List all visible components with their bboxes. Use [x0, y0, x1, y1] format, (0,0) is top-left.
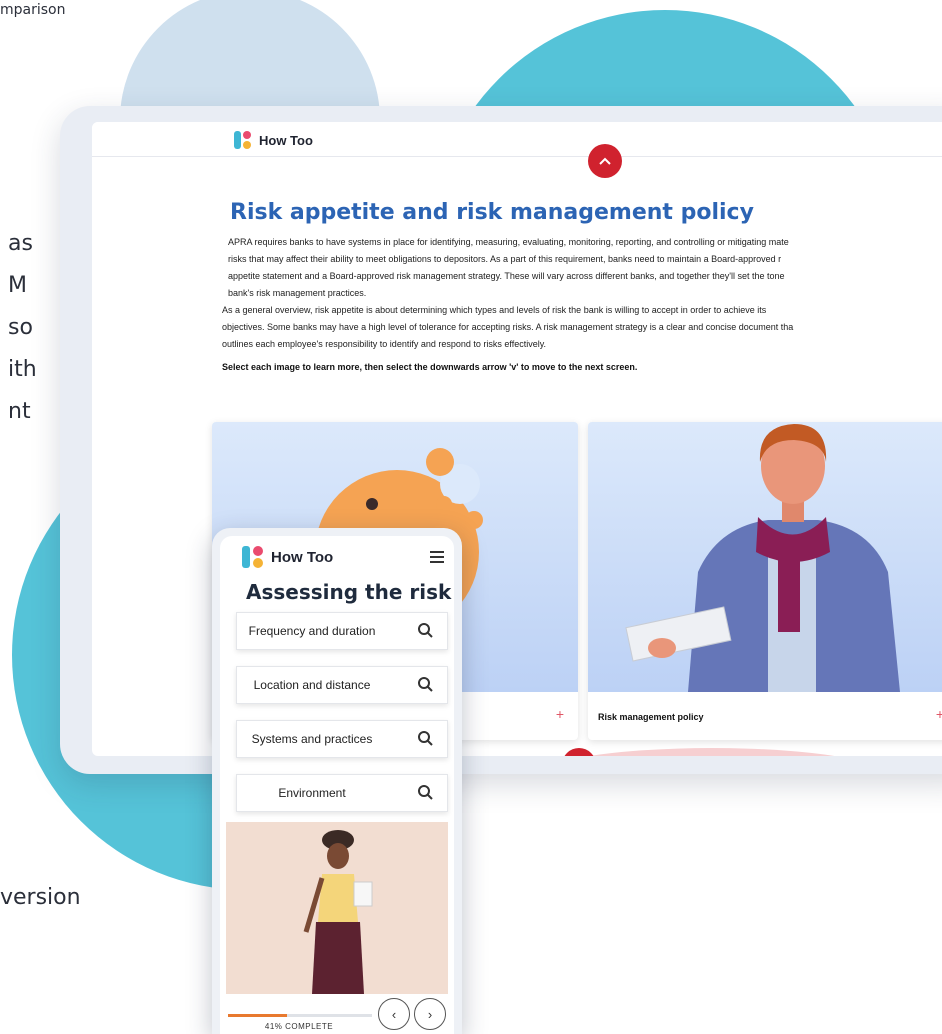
- desktop-top-bar: How Too: [92, 122, 942, 157]
- chevron-left-icon: ‹: [391, 1006, 397, 1022]
- previous-button[interactable]: ‹: [378, 998, 410, 1030]
- search-icon: [418, 677, 433, 692]
- card-2-label: Risk management policy: [598, 712, 704, 722]
- topic-item-location[interactable]: Location and distance: [236, 666, 448, 704]
- topic-item-environment[interactable]: Environment: [236, 774, 448, 812]
- page-title: Risk appetite and risk management policy: [230, 200, 754, 225]
- progress-label: 41% COMPLETE: [264, 1022, 334, 1031]
- scroll-down-button[interactable]: [562, 748, 596, 756]
- man-illustration: [588, 422, 942, 692]
- howtoo-logo-icon: [242, 546, 264, 568]
- desktop-device: How Too Risk appetite and risk managemen…: [60, 106, 942, 774]
- background-text-line-2: M: [8, 273, 27, 298]
- scroll-up-button[interactable]: [588, 144, 622, 178]
- background-text-line-5: nt: [8, 399, 31, 424]
- plus-icon[interactable]: +: [556, 706, 564, 722]
- background-text-top: mparison: [0, 2, 66, 18]
- background-text-line-4: ith: [8, 357, 37, 382]
- topic-item-frequency[interactable]: Frequency and duration: [236, 612, 448, 650]
- topic-item-label: Systems and practices: [251, 732, 373, 746]
- topic-item-systems[interactable]: Systems and practices: [236, 720, 448, 758]
- desktop-brand-name: How Too: [259, 132, 313, 148]
- mobile-logo[interactable]: How Too: [242, 546, 333, 568]
- background-text-line-3: so: [8, 315, 33, 340]
- chevron-up-icon: [599, 157, 611, 165]
- hamburger-menu-icon[interactable]: [430, 550, 444, 563]
- mobile-page-title: Assessing the risk: [246, 580, 452, 604]
- topic-item-label: Frequency and duration: [248, 624, 376, 638]
- mobile-brand-name: How Too: [271, 548, 334, 566]
- topic-item-label: Environment: [278, 786, 346, 800]
- mobile-device: How Too Assessing the risk Frequency and…: [212, 528, 462, 1034]
- woman-illustration: [226, 822, 448, 994]
- mobile-screen: How Too Assessing the risk Frequency and…: [220, 536, 454, 1034]
- chevron-right-icon: ›: [427, 1006, 433, 1022]
- intro-paragraph-2: As a general overview, risk appetite is …: [222, 305, 794, 349]
- search-icon: [418, 785, 433, 800]
- desktop-logo[interactable]: How Too: [234, 131, 313, 149]
- background-text-line-1: as: [8, 231, 33, 256]
- progress-track: [228, 1014, 372, 1017]
- image-card-2[interactable]: Risk management policy +: [588, 422, 942, 740]
- plus-icon[interactable]: +: [936, 706, 942, 722]
- search-icon: [418, 623, 433, 638]
- progress-fill: [228, 1014, 288, 1017]
- background-text-bottom: version: [0, 885, 81, 910]
- howtoo-logo-icon: [234, 131, 252, 149]
- search-icon: [418, 731, 433, 746]
- topic-item-label: Location and distance: [253, 678, 371, 692]
- instruction-text: Select each image to learn more, then se…: [222, 362, 638, 372]
- next-button[interactable]: ›: [414, 998, 446, 1030]
- intro-paragraph-1: APRA requires banks to have systems in p…: [228, 237, 789, 298]
